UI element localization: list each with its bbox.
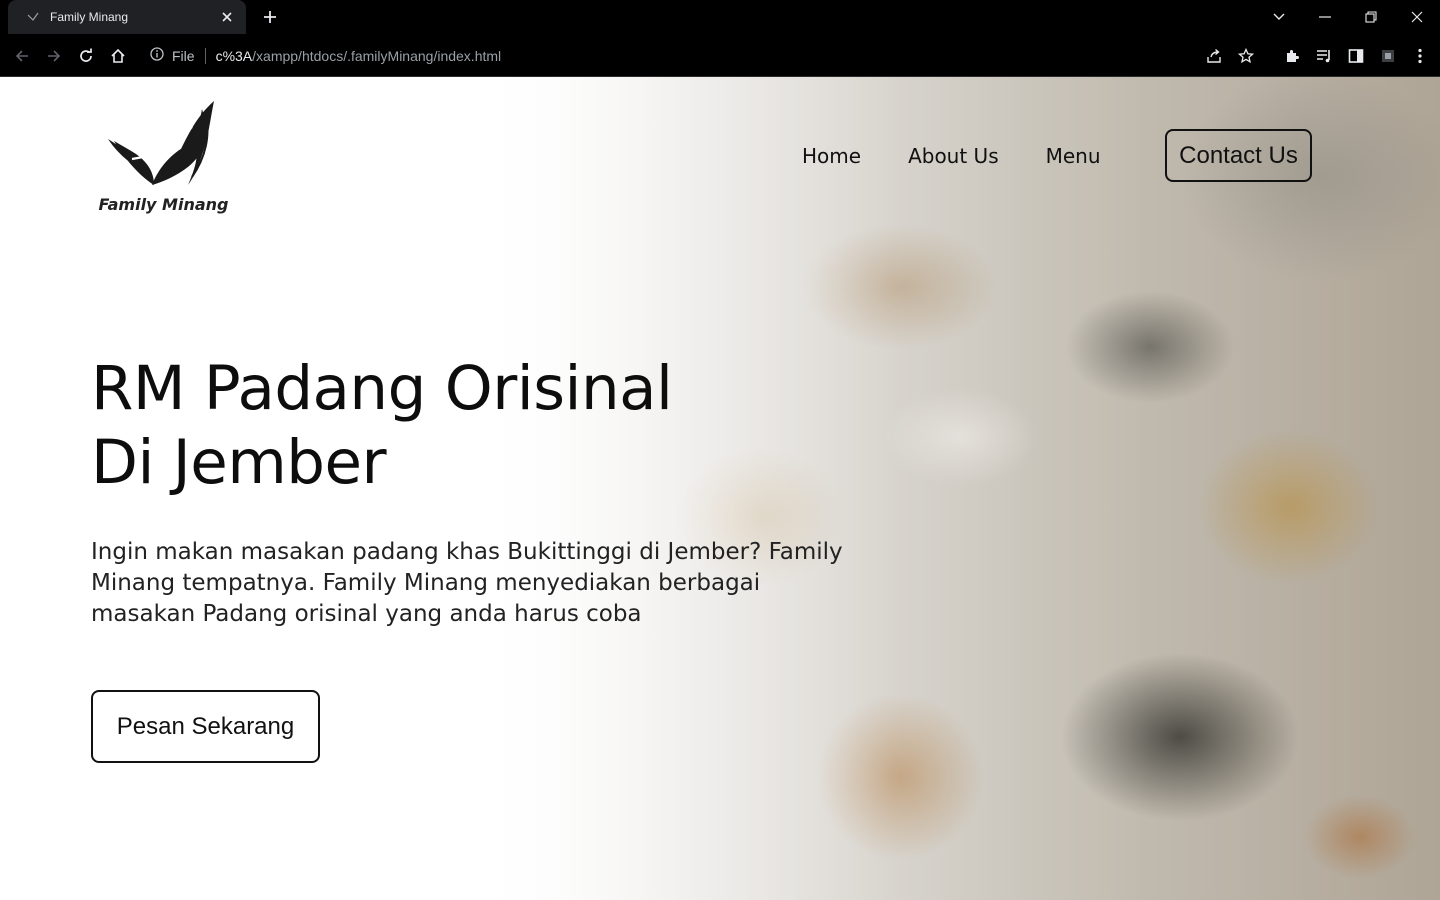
- profile-icon[interactable]: [1374, 42, 1402, 70]
- url-host: c%3A: [215, 47, 253, 64]
- forward-icon[interactable]: [40, 42, 68, 70]
- back-icon[interactable]: [8, 42, 36, 70]
- side-panel-icon[interactable]: [1342, 42, 1370, 70]
- hero-headline-line2: Di Jember: [91, 427, 387, 498]
- minimize-icon[interactable]: [1302, 0, 1348, 34]
- main-nav: Home About Us Menu: [780, 129, 1148, 182]
- brand-logo[interactable]: Family Minang: [96, 99, 231, 219]
- share-icon[interactable]: [1200, 42, 1228, 70]
- extensions-icon[interactable]: [1278, 42, 1306, 70]
- hero-description: Ingin makan masakan padang khas Bukittin…: [91, 539, 843, 627]
- tab-title: Family Minang: [50, 10, 129, 24]
- kebab-menu-icon[interactable]: [1406, 42, 1434, 70]
- page-viewport: Family Minang Home About Us Menu Contact…: [0, 77, 1440, 900]
- hero-headline: RM Padang Orisinal Di Jember: [91, 352, 791, 500]
- hero-headline-line1: RM Padang Orisinal: [91, 353, 673, 424]
- order-now-button[interactable]: Pesan Sekarang: [91, 690, 320, 763]
- new-tab-icon[interactable]: [258, 5, 282, 29]
- tab-search-icon[interactable]: [1256, 0, 1302, 34]
- contact-us-button[interactable]: Contact Us: [1165, 129, 1312, 182]
- reading-list-icon[interactable]: [1310, 42, 1338, 70]
- url-text[interactable]: c%3A/xampp/htdocs/.familyMinang/index.ht…: [216, 48, 502, 64]
- address-separator: [204, 47, 206, 64]
- nav-about[interactable]: About Us: [908, 144, 999, 168]
- reload-icon[interactable]: [72, 42, 100, 70]
- brand-name: Family Minang: [98, 195, 229, 214]
- window-controls: [1256, 0, 1440, 34]
- home-icon[interactable]: [104, 42, 132, 70]
- address-bar[interactable]: File c%3A/xampp/htdocs/.familyMinang/ind…: [140, 40, 1240, 71]
- browser-tab[interactable]: Family Minang: [8, 0, 246, 34]
- window-close-icon[interactable]: [1394, 0, 1440, 34]
- logo-roof-icon: [108, 101, 214, 185]
- star-icon[interactable]: [1232, 42, 1260, 70]
- nav-menu[interactable]: Menu: [1046, 144, 1101, 168]
- toolbar-actions: [1200, 42, 1434, 70]
- url-scheme-label: File: [172, 47, 195, 64]
- browser-toolbar: File c%3A/xampp/htdocs/.familyMinang/ind…: [0, 34, 1440, 77]
- tab-close-icon[interactable]: [218, 8, 236, 26]
- info-icon: [150, 47, 164, 64]
- browser-titlebar: Family Minang: [0, 0, 1440, 34]
- nav-home[interactable]: Home: [802, 144, 861, 168]
- url-path: /xampp/htdocs/.familyMinang/index.html: [252, 47, 502, 64]
- restore-icon[interactable]: [1348, 0, 1394, 34]
- favicon-icon: [26, 10, 40, 24]
- site-info-chip[interactable]: File: [150, 47, 195, 64]
